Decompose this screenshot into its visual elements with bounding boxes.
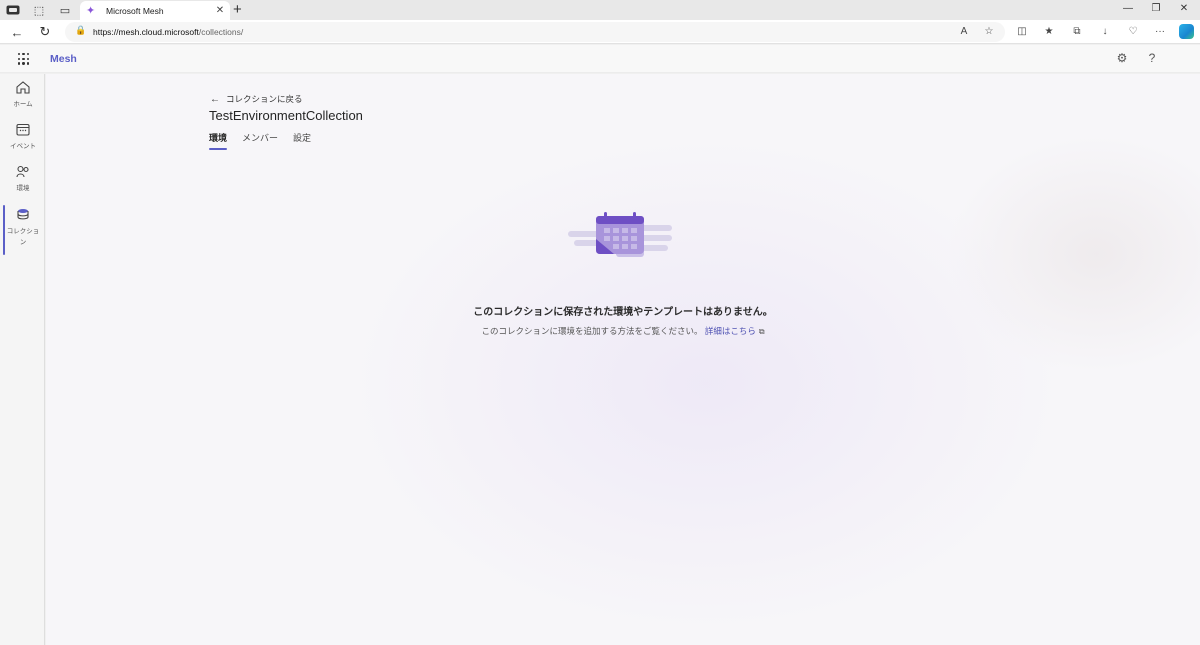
rail-item-collections[interactable]: コレクション: [4, 208, 42, 248]
read-aloud-icon[interactable]: A: [957, 25, 971, 39]
url-input[interactable]: 🔒 https://mesh.cloud.microsoft/collectio…: [65, 22, 1005, 42]
rail-item-label: イベント: [10, 143, 36, 150]
left-rail: ホーム イベント 環境 コレクション: [0, 74, 45, 645]
arrow-left-icon: ←: [210, 93, 220, 105]
app-launcher-icon[interactable]: [18, 53, 30, 65]
environment-icon: [16, 165, 30, 181]
lock-icon: 🔒: [75, 25, 87, 35]
calendar-icon: [16, 123, 30, 139]
app-brand[interactable]: Mesh: [50, 53, 77, 65]
new-tab-button[interactable]: +: [233, 1, 242, 19]
external-link-icon[interactable]: ⧉: [759, 327, 765, 336]
workspaces-icon[interactable]: ⬚: [32, 3, 46, 17]
browser-essentials-icon[interactable]: ♡: [1126, 25, 1140, 39]
rail-item-home[interactable]: ホーム: [4, 81, 42, 110]
back-to-collections-link[interactable]: ← コレクションに戻る: [210, 93, 303, 105]
rail-item-label: コレクション: [6, 228, 40, 246]
tab-settings[interactable]: 設定: [293, 131, 311, 150]
main-content: ← コレクションに戻る TestEnvironmentCollection 環境…: [46, 74, 1200, 645]
browser-address-bar: ← ↻ 🔒 https://mesh.cloud.microsoft/colle…: [0, 20, 1200, 44]
tab-environments[interactable]: 環境: [209, 131, 228, 150]
rail-item-label: ホーム: [13, 101, 33, 108]
favorites-icon[interactable]: ★: [1042, 25, 1056, 39]
rail-item-label: 環境: [16, 185, 30, 192]
split-screen-icon[interactable]: ◫: [1015, 25, 1029, 39]
profile-icon[interactable]: [6, 3, 20, 17]
close-tab-icon[interactable]: ✕: [214, 5, 226, 16]
learn-more-link[interactable]: 詳細はこちら: [705, 326, 756, 336]
collection-icon: [16, 208, 30, 224]
more-options-icon[interactable]: ···: [1153, 25, 1167, 39]
collection-tabs: 環境 メンバー 設定: [209, 131, 326, 150]
help-icon[interactable]: ?: [1145, 51, 1159, 65]
restore-icon[interactable]: ❐: [1148, 3, 1164, 14]
minimize-icon[interactable]: —: [1120, 3, 1136, 14]
collections-icon[interactable]: ⧉: [1070, 25, 1084, 39]
copilot-icon[interactable]: [1179, 24, 1194, 39]
url-text: https://mesh.cloud.microsoft/collections…: [93, 27, 244, 37]
downloads-icon[interactable]: ↓: [1098, 25, 1112, 39]
home-icon: [16, 81, 30, 97]
refresh-icon[interactable]: ↻: [37, 24, 53, 40]
back-link-label: コレクションに戻る: [226, 94, 303, 104]
window-close-icon[interactable]: ✕: [1176, 3, 1192, 14]
tab-members[interactable]: メンバー: [242, 131, 278, 150]
browser-tab-title: Microsoft Mesh: [106, 5, 164, 16]
settings-gear-icon[interactable]: ⚙: [1115, 51, 1129, 65]
browser-tab-bar: ⬚ ▭ ✦ Microsoft Mesh ✕ + — ❐ ✕: [0, 0, 1200, 20]
empty-state-illustration-icon: [568, 212, 672, 257]
empty-state-description: このコレクションに環境を追加する方法をご覧ください。: [481, 326, 703, 336]
app-header: Mesh ⚙ ?: [0, 45, 1200, 73]
rail-item-events[interactable]: イベント: [4, 123, 42, 152]
browser-tab-mesh[interactable]: ✦ Microsoft Mesh ✕: [80, 1, 230, 20]
mesh-favicon-icon: ✦: [86, 4, 96, 17]
favorite-star-icon[interactable]: ☆: [982, 25, 996, 39]
empty-state-subtitle: このコレクションに環境を追加する方法をご覧ください。 詳細はこちら ⧉: [46, 325, 1200, 337]
rail-item-environments[interactable]: 環境: [4, 165, 42, 194]
tab-actions-icon[interactable]: ▭: [58, 3, 72, 17]
page-title: TestEnvironmentCollection: [209, 108, 363, 123]
empty-state-title: このコレクションに保存された環境やテンプレートはありません。: [473, 307, 773, 318]
back-icon[interactable]: ←: [9, 24, 25, 40]
